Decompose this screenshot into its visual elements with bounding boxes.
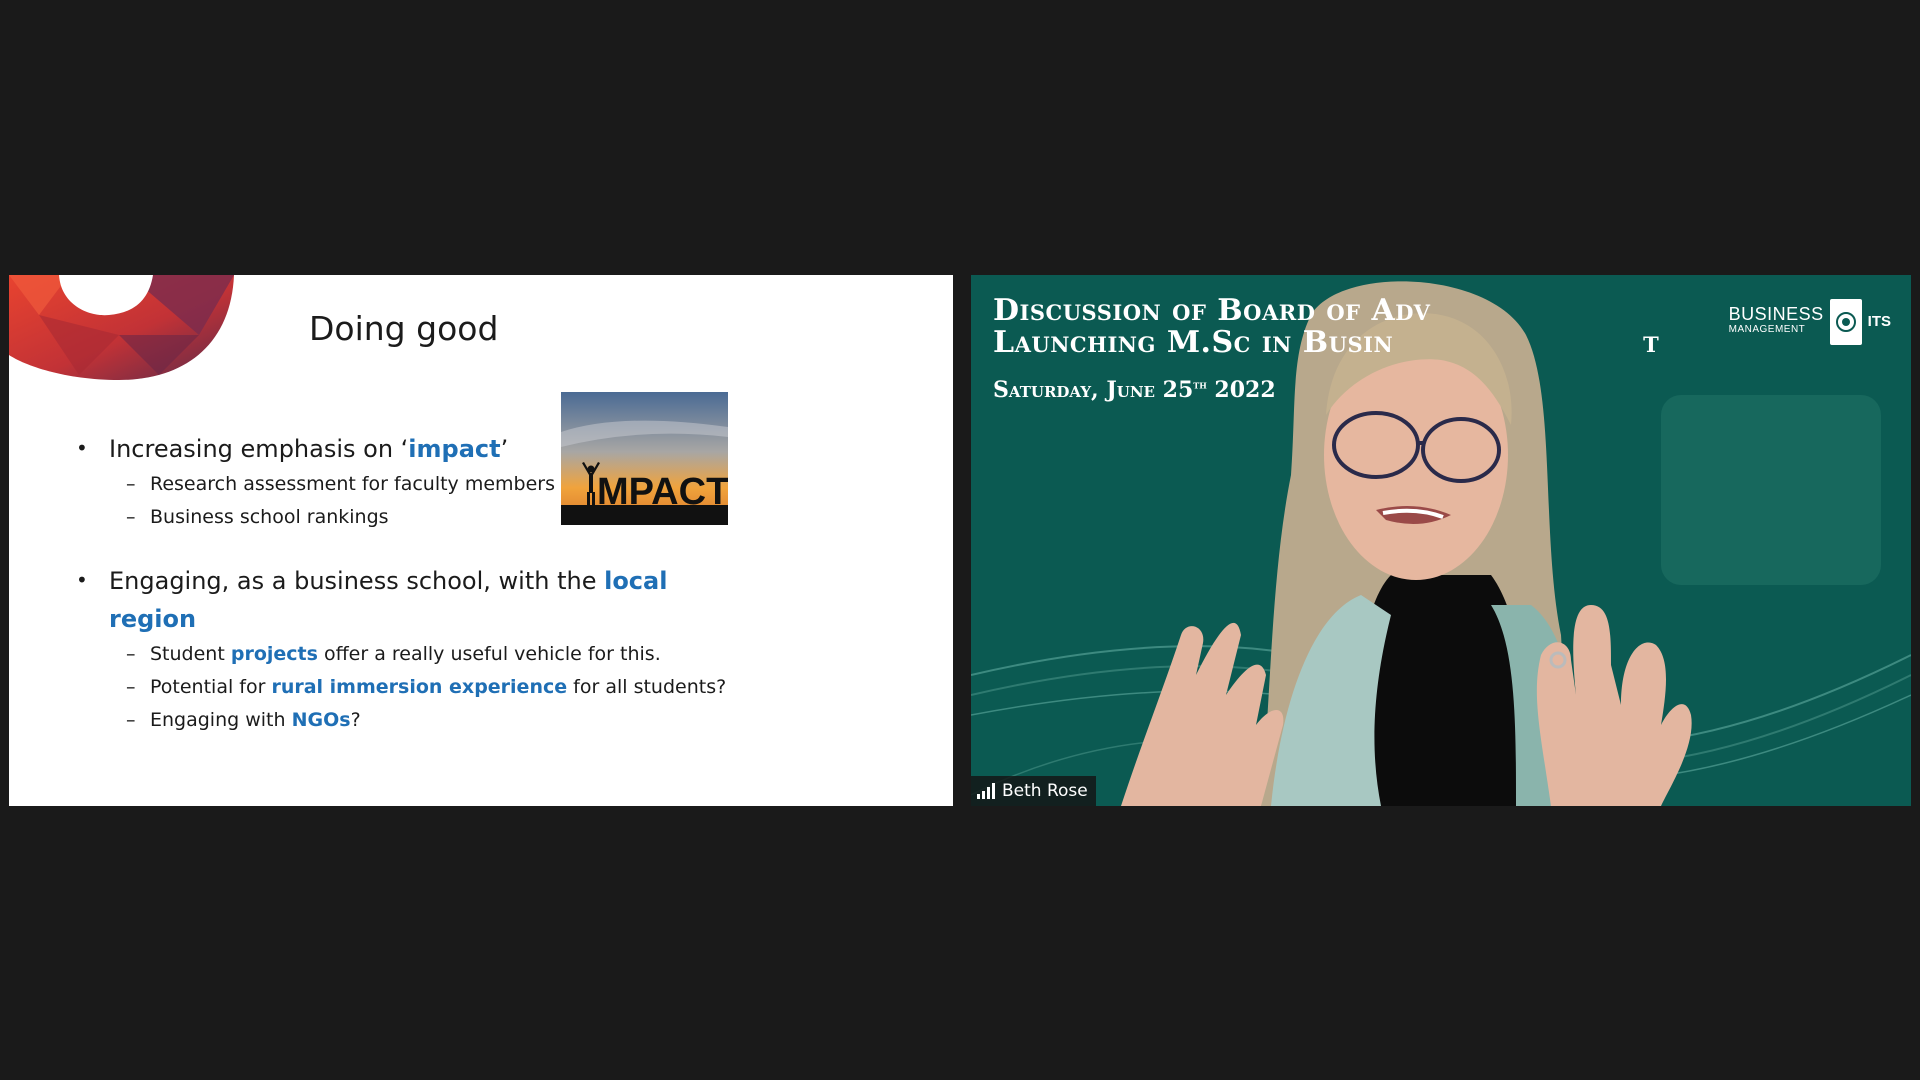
bullet-item: Engaging, as a business school, with the… <box>71 561 751 737</box>
shared-slide: Doing good Increasing emphasis on ‘impac… <box>9 275 953 806</box>
event-date: Saturday, June 25th 2022 <box>993 377 1276 403</box>
brand-line-2: MANAGEMENT <box>1728 324 1806 335</box>
sub-bullet: Engaging with NGOs? <box>71 704 751 737</box>
impact-image: MPACT <box>561 392 728 525</box>
participant-name: Beth Rose <box>1002 781 1088 801</box>
event-banner-title: Discussion of Board of Adv Launching M.S… <box>993 295 1659 359</box>
bullet-text: Engaging, as a business school, with the… <box>71 561 751 638</box>
sub-bullet: Potential for rural immersion experience… <box>71 671 751 704</box>
banner-line-2: Launching M.Sc in Busin t <box>993 325 1660 360</box>
university-logo-shape <box>9 275 234 380</box>
participant-name-tag: Beth Rose <box>971 776 1096 806</box>
impact-image-text: MPACT <box>597 471 728 513</box>
brand-line-1: BUSINESS <box>1728 304 1824 324</box>
banner-line-1: Discussion of Board of Adv <box>993 293 1431 328</box>
slide-title: Doing good <box>309 309 499 348</box>
connection-signal-icon <box>977 783 995 799</box>
business-management-logo: BUSINESS MANAGEMENT ITS <box>1729 299 1891 345</box>
its-emblem-icon <box>1829 299 1862 345</box>
its-label: ITS <box>1867 313 1891 330</box>
participant-video-tile[interactable]: Discussion of Board of Adv Launching M.S… <box>971 275 1911 806</box>
sub-bullet: Student projects offer a really useful v… <box>71 638 751 671</box>
